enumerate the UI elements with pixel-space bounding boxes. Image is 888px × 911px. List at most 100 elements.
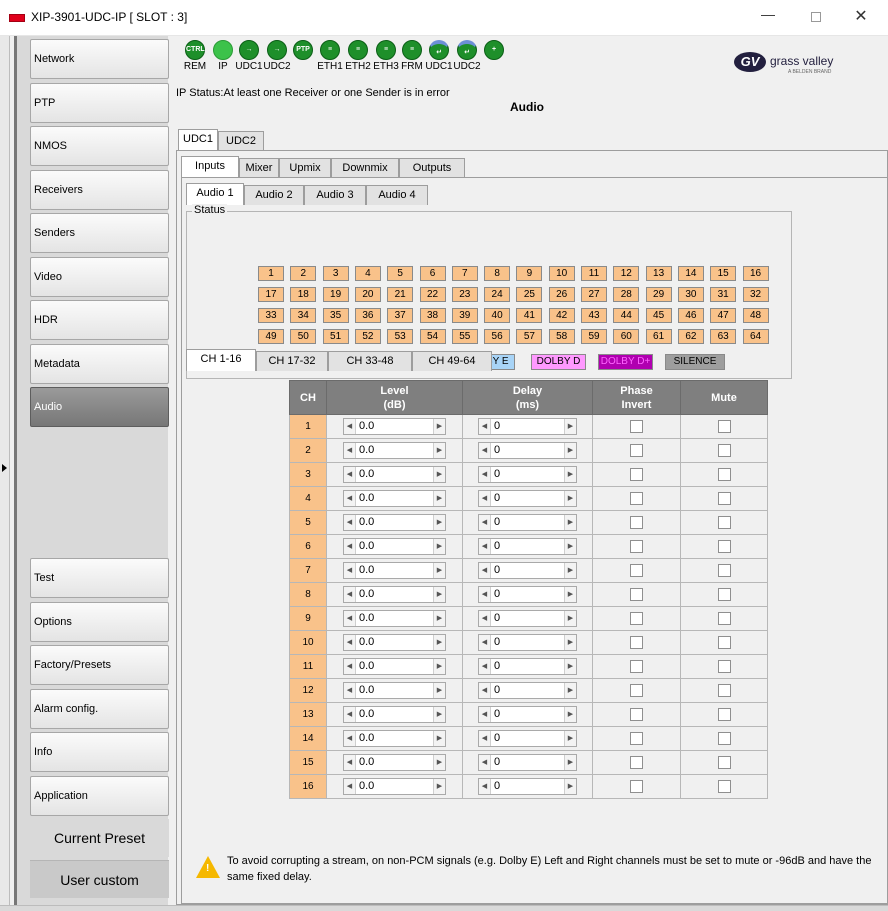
level-increment-icon[interactable]: ▶ bbox=[433, 515, 445, 530]
delay-input[interactable]: 0 bbox=[491, 779, 564, 794]
tab-ch-33-48[interactable]: CH 33-48 bbox=[328, 351, 412, 371]
delay-increment-icon[interactable]: ▶ bbox=[564, 731, 576, 746]
mute-checkbox[interactable] bbox=[717, 564, 731, 577]
delay-decrement-icon[interactable]: ◀ bbox=[479, 659, 491, 674]
sidebar-item-receivers[interactable]: Receivers bbox=[30, 169, 169, 210]
phase-invert-checkbox[interactable] bbox=[630, 612, 643, 625]
delay-input[interactable]: 0 bbox=[491, 467, 564, 482]
delay-input[interactable]: 0 bbox=[491, 587, 564, 602]
level-spinner[interactable]: ◀ 0.0 ▶ bbox=[343, 634, 446, 651]
level-increment-icon[interactable]: ▶ bbox=[433, 755, 445, 770]
level-input[interactable]: 0.0 bbox=[356, 563, 433, 578]
sidebar-item-info[interactable]: Info bbox=[30, 732, 169, 772]
delay-input[interactable]: 0 bbox=[491, 539, 564, 554]
delay-spinner[interactable]: ◀ 0 ▶ bbox=[478, 682, 577, 699]
tab-ch-49-64[interactable]: CH 49-64 bbox=[412, 351, 492, 371]
mute-checkbox[interactable] bbox=[717, 540, 731, 553]
level-input[interactable]: 0.0 bbox=[356, 419, 433, 434]
level-spinner[interactable]: ◀ 0.0 ▶ bbox=[343, 466, 446, 483]
mute-checkbox[interactable] bbox=[717, 468, 731, 481]
mute-checkbox[interactable] bbox=[717, 708, 731, 721]
toolbar-item-9[interactable]: ↵ UDC1 bbox=[424, 40, 454, 72]
delay-decrement-icon[interactable]: ◀ bbox=[479, 443, 491, 458]
delay-decrement-icon[interactable]: ◀ bbox=[479, 707, 491, 722]
level-spinner[interactable]: ◀ 0.0 ▶ bbox=[343, 706, 446, 723]
delay-input[interactable]: 0 bbox=[491, 515, 564, 530]
delay-spinner[interactable]: ◀ 0 ▶ bbox=[478, 634, 577, 651]
toolbar-item-4[interactable]: PTP bbox=[288, 40, 318, 61]
level-spinner[interactable]: ◀ 0.0 ▶ bbox=[343, 514, 446, 531]
delay-input[interactable]: 0 bbox=[491, 611, 564, 626]
level-increment-icon[interactable]: ▶ bbox=[433, 683, 445, 698]
delay-increment-icon[interactable]: ▶ bbox=[564, 491, 576, 506]
tab-downmix[interactable]: Downmix bbox=[331, 158, 399, 178]
delay-increment-icon[interactable]: ▶ bbox=[564, 587, 576, 602]
delay-spinner[interactable]: ◀ 0 ▶ bbox=[478, 466, 577, 483]
level-decrement-icon[interactable]: ◀ bbox=[344, 755, 356, 770]
level-decrement-icon[interactable]: ◀ bbox=[344, 779, 356, 794]
delay-increment-icon[interactable]: ▶ bbox=[564, 779, 576, 794]
level-spinner[interactable]: ◀ 0.0 ▶ bbox=[343, 418, 446, 435]
delay-spinner[interactable]: ◀ 0 ▶ bbox=[478, 490, 577, 507]
phase-invert-checkbox[interactable] bbox=[630, 420, 643, 433]
phase-invert-checkbox[interactable] bbox=[630, 444, 643, 457]
delay-decrement-icon[interactable]: ◀ bbox=[479, 755, 491, 770]
tab-udc1[interactable]: UDC1 bbox=[178, 129, 218, 151]
level-increment-icon[interactable]: ▶ bbox=[433, 467, 445, 482]
toolbar-item-5[interactable]: ≡ ETH1 bbox=[315, 40, 345, 72]
phase-invert-checkbox[interactable] bbox=[630, 468, 643, 481]
level-decrement-icon[interactable]: ◀ bbox=[344, 707, 356, 722]
phase-invert-checkbox[interactable] bbox=[630, 756, 643, 769]
sidebar-item-application[interactable]: Application bbox=[30, 775, 169, 816]
level-decrement-icon[interactable]: ◀ bbox=[344, 683, 356, 698]
level-input[interactable]: 0.0 bbox=[356, 515, 433, 530]
minimize-button[interactable]: — bbox=[753, 6, 783, 28]
tab-upmix[interactable]: Upmix bbox=[279, 158, 331, 178]
delay-input[interactable]: 0 bbox=[491, 443, 564, 458]
toolbar-item-6[interactable]: ≡ ETH2 bbox=[343, 40, 373, 72]
delay-spinner[interactable]: ◀ 0 ▶ bbox=[478, 730, 577, 747]
level-spinner[interactable]: ◀ 0.0 ▶ bbox=[343, 562, 446, 579]
phase-invert-checkbox[interactable] bbox=[630, 588, 643, 601]
level-increment-icon[interactable]: ▶ bbox=[433, 563, 445, 578]
tab-ch-1-16[interactable]: CH 1-16 bbox=[186, 349, 256, 371]
mute-checkbox[interactable] bbox=[717, 684, 731, 697]
toolbar-item-11[interactable]: + bbox=[479, 40, 509, 61]
level-spinner[interactable]: ◀ 0.0 ▶ bbox=[343, 586, 446, 603]
toolbar-item-8[interactable]: ≡ FRM bbox=[397, 40, 427, 72]
level-input[interactable]: 0.0 bbox=[356, 659, 433, 674]
sidebar-item-nmos[interactable]: NMOS bbox=[30, 126, 169, 166]
level-spinner[interactable]: ◀ 0.0 ▶ bbox=[343, 610, 446, 627]
delay-input[interactable]: 0 bbox=[491, 491, 564, 506]
delay-input[interactable]: 0 bbox=[491, 707, 564, 722]
sidebar-item-network[interactable]: Network bbox=[30, 39, 169, 79]
phase-invert-checkbox[interactable] bbox=[630, 540, 643, 553]
delay-decrement-icon[interactable]: ◀ bbox=[479, 731, 491, 746]
mute-checkbox[interactable] bbox=[717, 612, 731, 625]
delay-input[interactable]: 0 bbox=[491, 419, 564, 434]
level-increment-icon[interactable]: ▶ bbox=[433, 659, 445, 674]
delay-spinner[interactable]: ◀ 0 ▶ bbox=[478, 586, 577, 603]
delay-decrement-icon[interactable]: ◀ bbox=[479, 419, 491, 434]
level-decrement-icon[interactable]: ◀ bbox=[344, 539, 356, 554]
level-increment-icon[interactable]: ▶ bbox=[433, 491, 445, 506]
level-decrement-icon[interactable]: ◀ bbox=[344, 467, 356, 482]
delay-decrement-icon[interactable]: ◀ bbox=[479, 611, 491, 626]
sidebar-item-ptp[interactable]: PTP bbox=[30, 82, 169, 123]
mute-checkbox[interactable] bbox=[717, 588, 731, 601]
toolbar-item-2[interactable]: → UDC1 bbox=[234, 40, 264, 72]
sidebar-item-test[interactable]: Test bbox=[30, 558, 169, 598]
phase-invert-checkbox[interactable] bbox=[630, 780, 643, 793]
expand-arrow-icon[interactable] bbox=[2, 464, 7, 472]
level-increment-icon[interactable]: ▶ bbox=[433, 611, 445, 626]
sidebar-item-alarm-config-[interactable]: Alarm config. bbox=[30, 688, 169, 729]
delay-decrement-icon[interactable]: ◀ bbox=[479, 779, 491, 794]
sidebar-item-factory-presets[interactable]: Factory/Presets bbox=[30, 645, 169, 685]
level-decrement-icon[interactable]: ◀ bbox=[344, 611, 356, 626]
level-decrement-icon[interactable]: ◀ bbox=[344, 515, 356, 530]
delay-spinner[interactable]: ◀ 0 ▶ bbox=[478, 442, 577, 459]
delay-decrement-icon[interactable]: ◀ bbox=[479, 467, 491, 482]
delay-increment-icon[interactable]: ▶ bbox=[564, 443, 576, 458]
phase-invert-checkbox[interactable] bbox=[630, 636, 643, 649]
phase-invert-checkbox[interactable] bbox=[630, 564, 643, 577]
